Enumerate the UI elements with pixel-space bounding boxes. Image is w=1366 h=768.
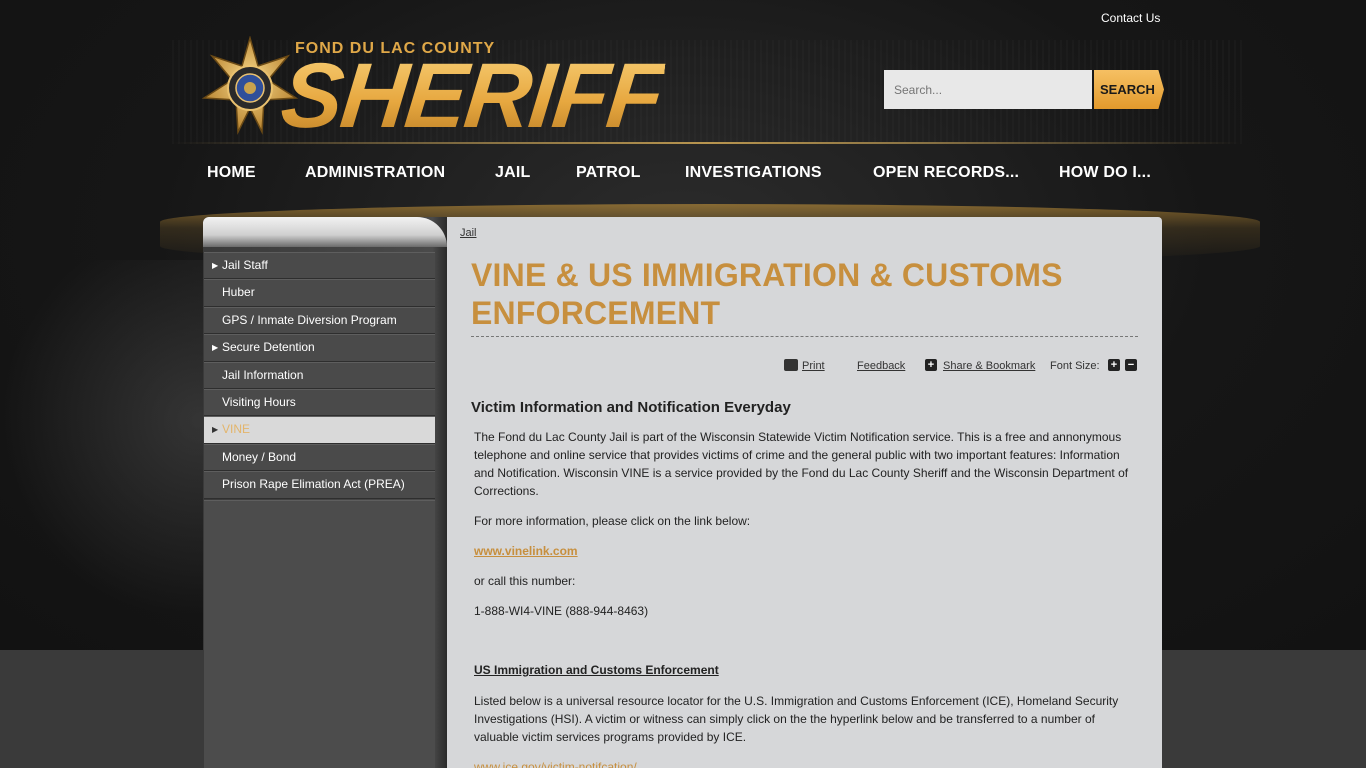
search-button[interactable]: SEARCH — [1094, 70, 1164, 109]
sidebar-item-label: Jail Information — [222, 367, 304, 382]
sidebar-filler — [204, 500, 435, 768]
sidebar-item-label: Huber — [222, 285, 255, 300]
sidebar-item-money-bond[interactable]: Money / Bond — [204, 443, 435, 472]
sidebar-item-label: Visiting Hours — [222, 394, 296, 409]
sidebar-item-gps[interactable]: GPS / Inmate Diversion Program — [204, 306, 435, 335]
font-decrease-icon[interactable]: − — [1125, 359, 1137, 371]
sidebar-top-curve — [203, 217, 447, 247]
nav-investigations[interactable]: INVESTIGATIONS — [685, 164, 822, 182]
sidebar-item-huber[interactable]: Huber — [204, 279, 435, 307]
printer-icon[interactable] — [784, 359, 798, 371]
feedback-link[interactable]: Feedback — [857, 360, 905, 372]
sidebar-item-jail-information[interactable]: Jail Information — [204, 361, 435, 389]
main-nav: HOME ADMINISTRATION JAIL PATROL INVESTIG… — [0, 160, 1366, 190]
vinelink-link[interactable]: www.vinelink.com — [474, 542, 578, 560]
sidebar-item-label: Prison Rape Elimation Act (PREA) — [222, 477, 405, 492]
sheriff-logo[interactable]: FOND DU LAC COUNTY SHERIFF — [200, 34, 710, 147]
print-link[interactable]: Print — [802, 360, 825, 372]
phone-number: 1-888-WI4-VINE (888-944-8463) — [474, 604, 649, 618]
font-size-label: Font Size: — [1050, 360, 1100, 372]
sidebar-item-label: VINE — [222, 422, 251, 437]
nav-administration[interactable]: ADMINISTRATION — [305, 164, 445, 182]
font-increase-icon[interactable]: + — [1108, 359, 1120, 371]
page-tools: Print Feedback + Share & Bookmark Font S… — [470, 358, 1138, 376]
nav-patrol[interactable]: PATROL — [576, 164, 641, 182]
logo-sheriff-text: SHERIFF — [276, 45, 667, 147]
page-title: VINE & US IMMIGRATION & CUSTOMS ENFORCEM… — [471, 257, 1063, 331]
sidebar-item-vine[interactable]: ▶ VINE — [204, 416, 435, 444]
more-info-text: For more information, please click on th… — [474, 514, 751, 528]
vine-description: The Fond du Lac County Jail is part of t… — [474, 430, 1129, 498]
caret-right-icon: ▶ — [212, 343, 219, 353]
sidebar-item-prea[interactable]: Prison Rape Elimation Act (PREA) — [204, 471, 435, 499]
sidebar-item-label: Secure Detention — [222, 340, 315, 355]
nav-open-records[interactable]: OPEN RECORDS... — [873, 164, 1019, 182]
share-bookmark-link[interactable]: Share & Bookmark — [943, 360, 1035, 372]
sidebar-item-label: Jail Staff — [222, 258, 268, 272]
sidebar-item-jail-staff[interactable]: ▶ Jail Staff — [204, 252, 435, 280]
sidebar-item-label: Money / Bond — [222, 449, 297, 464]
nav-how-do-i[interactable]: HOW DO I... — [1059, 164, 1151, 182]
nav-jail[interactable]: JAIL — [495, 164, 530, 182]
sidebar-menu: ▶ Jail Staff Huber GPS / Inmate Diversio… — [204, 252, 435, 499]
caret-right-icon: ▶ — [212, 261, 219, 270]
sidebar-item-secure-detention[interactable]: ▶ Secure Detention — [204, 334, 435, 362]
caret-right-icon: ▶ — [212, 425, 219, 435]
ice-heading: US Immigration and Customs Enforcement — [474, 663, 719, 677]
title-divider — [471, 336, 1138, 337]
call-text: or call this number: — [474, 574, 576, 588]
side-glow — [0, 260, 220, 620]
ice-description: Listed below is a universal resource loc… — [474, 694, 1119, 744]
breadcrumb[interactable]: Jail — [460, 227, 477, 239]
contact-us-link[interactable]: Contact Us — [1101, 11, 1160, 25]
nav-home[interactable]: HOME — [207, 164, 256, 182]
ice-link[interactable]: www.ice.gov/victim-notifcation/ — [474, 758, 637, 768]
section-heading: Victim Information and Notification Ever… — [471, 399, 791, 416]
search-input[interactable] — [884, 70, 1092, 109]
sidebar-item-visiting-hours[interactable]: Visiting Hours — [204, 388, 435, 417]
sidebar-item-label: GPS / Inmate Diversion Program — [222, 312, 397, 327]
share-plus-icon[interactable]: + — [925, 359, 937, 371]
